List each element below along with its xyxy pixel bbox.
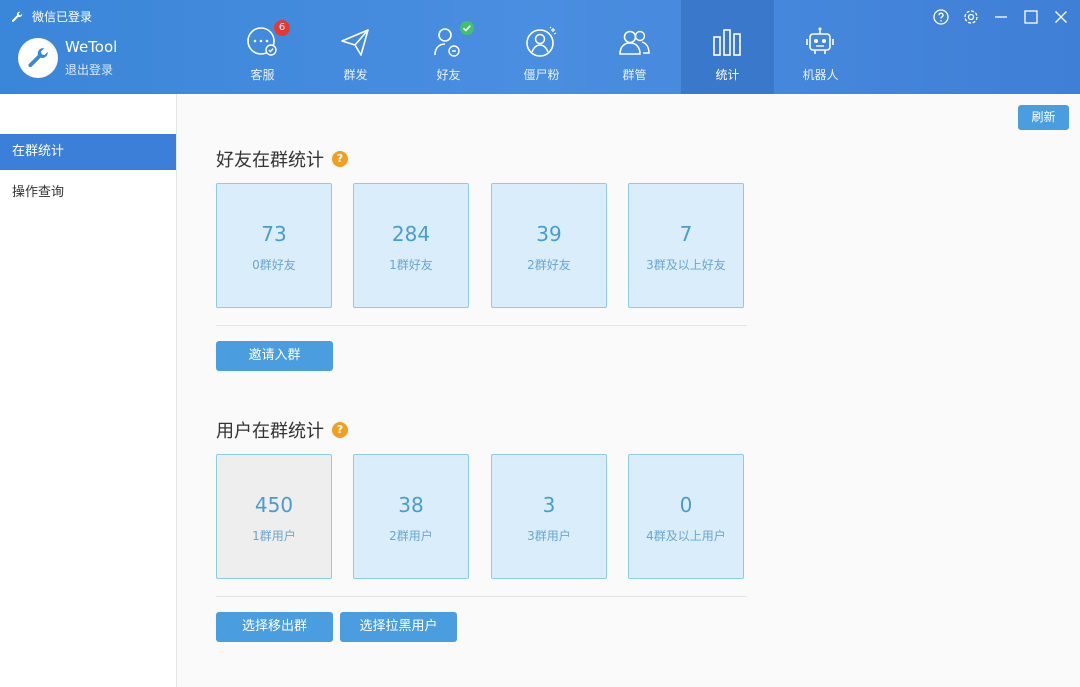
stat-value: 39 (536, 222, 562, 246)
stat-card: 0 4群及以上用户 (628, 454, 744, 579)
nav-label: 客服 (250, 68, 275, 82)
minimize-icon[interactable] (992, 8, 1010, 26)
stat-caption: 4群及以上用户 (646, 529, 726, 543)
nav-label: 好友 (436, 68, 461, 82)
user-name: WeTool (65, 38, 118, 56)
section-title-text: 好友在群统计 (216, 150, 324, 171)
logout-link[interactable]: 退出登录 (65, 61, 113, 78)
help-icon[interactable]: ? (332, 422, 348, 438)
stat-card: 38 2群用户 (353, 454, 469, 579)
stat-value: 38 (398, 493, 424, 517)
settings-gear-icon[interactable] (962, 8, 980, 26)
nav-item-friends[interactable]: 好友 (402, 0, 495, 94)
app-title-text: 微信已登录 (32, 10, 93, 24)
sidebar: 在群统计 操作查询 (0, 94, 177, 687)
nav-item-statistics[interactable]: 统计 (681, 0, 774, 94)
check-badge-icon (460, 21, 474, 35)
stat-card: 73 0群好友 (216, 183, 332, 308)
close-icon[interactable] (1052, 8, 1070, 26)
top-bar: 微信已登录 WeTool 退出登录 6 客服 群发 好友 僵尸粉 群管 统计 机… (0, 0, 1080, 94)
unread-badge: 6 (274, 20, 290, 36)
users-section-title: 用户在群统计 ? (216, 417, 348, 443)
friends-section-title: 好友在群统计 ? (216, 146, 348, 172)
nav-item-customer-service[interactable]: 6 客服 (216, 0, 309, 94)
stat-caption: 3群用户 (527, 529, 571, 543)
robot-icon (806, 27, 834, 54)
paper-plane-icon (341, 29, 369, 56)
stat-caption: 2群好友 (527, 258, 571, 272)
blacklist-users-button[interactable]: 选择拉黑用户 (340, 612, 457, 642)
nav-label: 僵尸粉 (523, 68, 560, 82)
stat-card: 7 3群及以上好友 (628, 183, 744, 308)
avatar[interactable] (18, 38, 58, 78)
stat-caption: 2群用户 (389, 529, 433, 543)
bar-chart-icon (713, 29, 741, 56)
stat-caption: 1群用户 (252, 529, 296, 543)
stat-value: 450 (254, 493, 294, 517)
refresh-button[interactable]: 刷新 (1018, 105, 1069, 130)
help-icon[interactable]: ? (332, 151, 348, 167)
stat-value: 7 (679, 222, 693, 246)
remove-from-group-button[interactable]: 选择移出群 (216, 612, 333, 642)
invite-to-group-button[interactable]: 邀请入群 (216, 341, 333, 371)
window-controls (932, 8, 1070, 26)
nav-item-zombie-fans[interactable]: 僵尸粉 (495, 0, 588, 94)
maximize-icon[interactable] (1022, 8, 1040, 26)
stat-card: 3 3群用户 (491, 454, 607, 579)
stat-value: 3 (542, 493, 556, 517)
stat-card: 284 1群好友 (353, 183, 469, 308)
wrench-icon (28, 48, 48, 68)
nav-label: 群管 (622, 68, 647, 82)
main-content: 刷新 好友在群统计 ? 73 0群好友 284 1群好友 39 2群好友 7 3… (177, 94, 1080, 687)
zombie-user-icon (526, 26, 557, 57)
stat-caption: 1群好友 (389, 258, 433, 272)
app-title: 微信已登录 (10, 8, 92, 25)
stat-caption: 0群好友 (252, 258, 296, 272)
stat-value: 0 (679, 493, 693, 517)
divider (216, 596, 747, 597)
main-nav: 6 客服 群发 好友 僵尸粉 群管 统计 机器人 (216, 0, 867, 94)
sidebar-item-operation-query[interactable]: 操作查询 (0, 175, 176, 211)
nav-label: 统计 (715, 68, 740, 82)
help-icon[interactable] (932, 8, 950, 26)
divider (216, 325, 747, 326)
nav-label: 群发 (343, 68, 368, 82)
wrench-icon (11, 11, 23, 22)
section-title-text: 用户在群统计 (216, 421, 324, 442)
nav-label: 机器人 (802, 68, 839, 82)
stat-caption: 3群及以上好友 (646, 258, 726, 272)
group-users-icon (619, 30, 650, 55)
sidebar-item-group-stats[interactable]: 在群统计 (0, 134, 176, 170)
stat-card: 39 2群好友 (491, 183, 607, 308)
stat-value: 284 (391, 222, 431, 246)
nav-item-group-management[interactable]: 群管 (588, 0, 681, 94)
nav-item-broadcast[interactable]: 群发 (309, 0, 402, 94)
nav-item-robot[interactable]: 机器人 (774, 0, 867, 94)
stat-value: 73 (261, 222, 287, 246)
stat-card: 450 1群用户 (216, 454, 332, 579)
